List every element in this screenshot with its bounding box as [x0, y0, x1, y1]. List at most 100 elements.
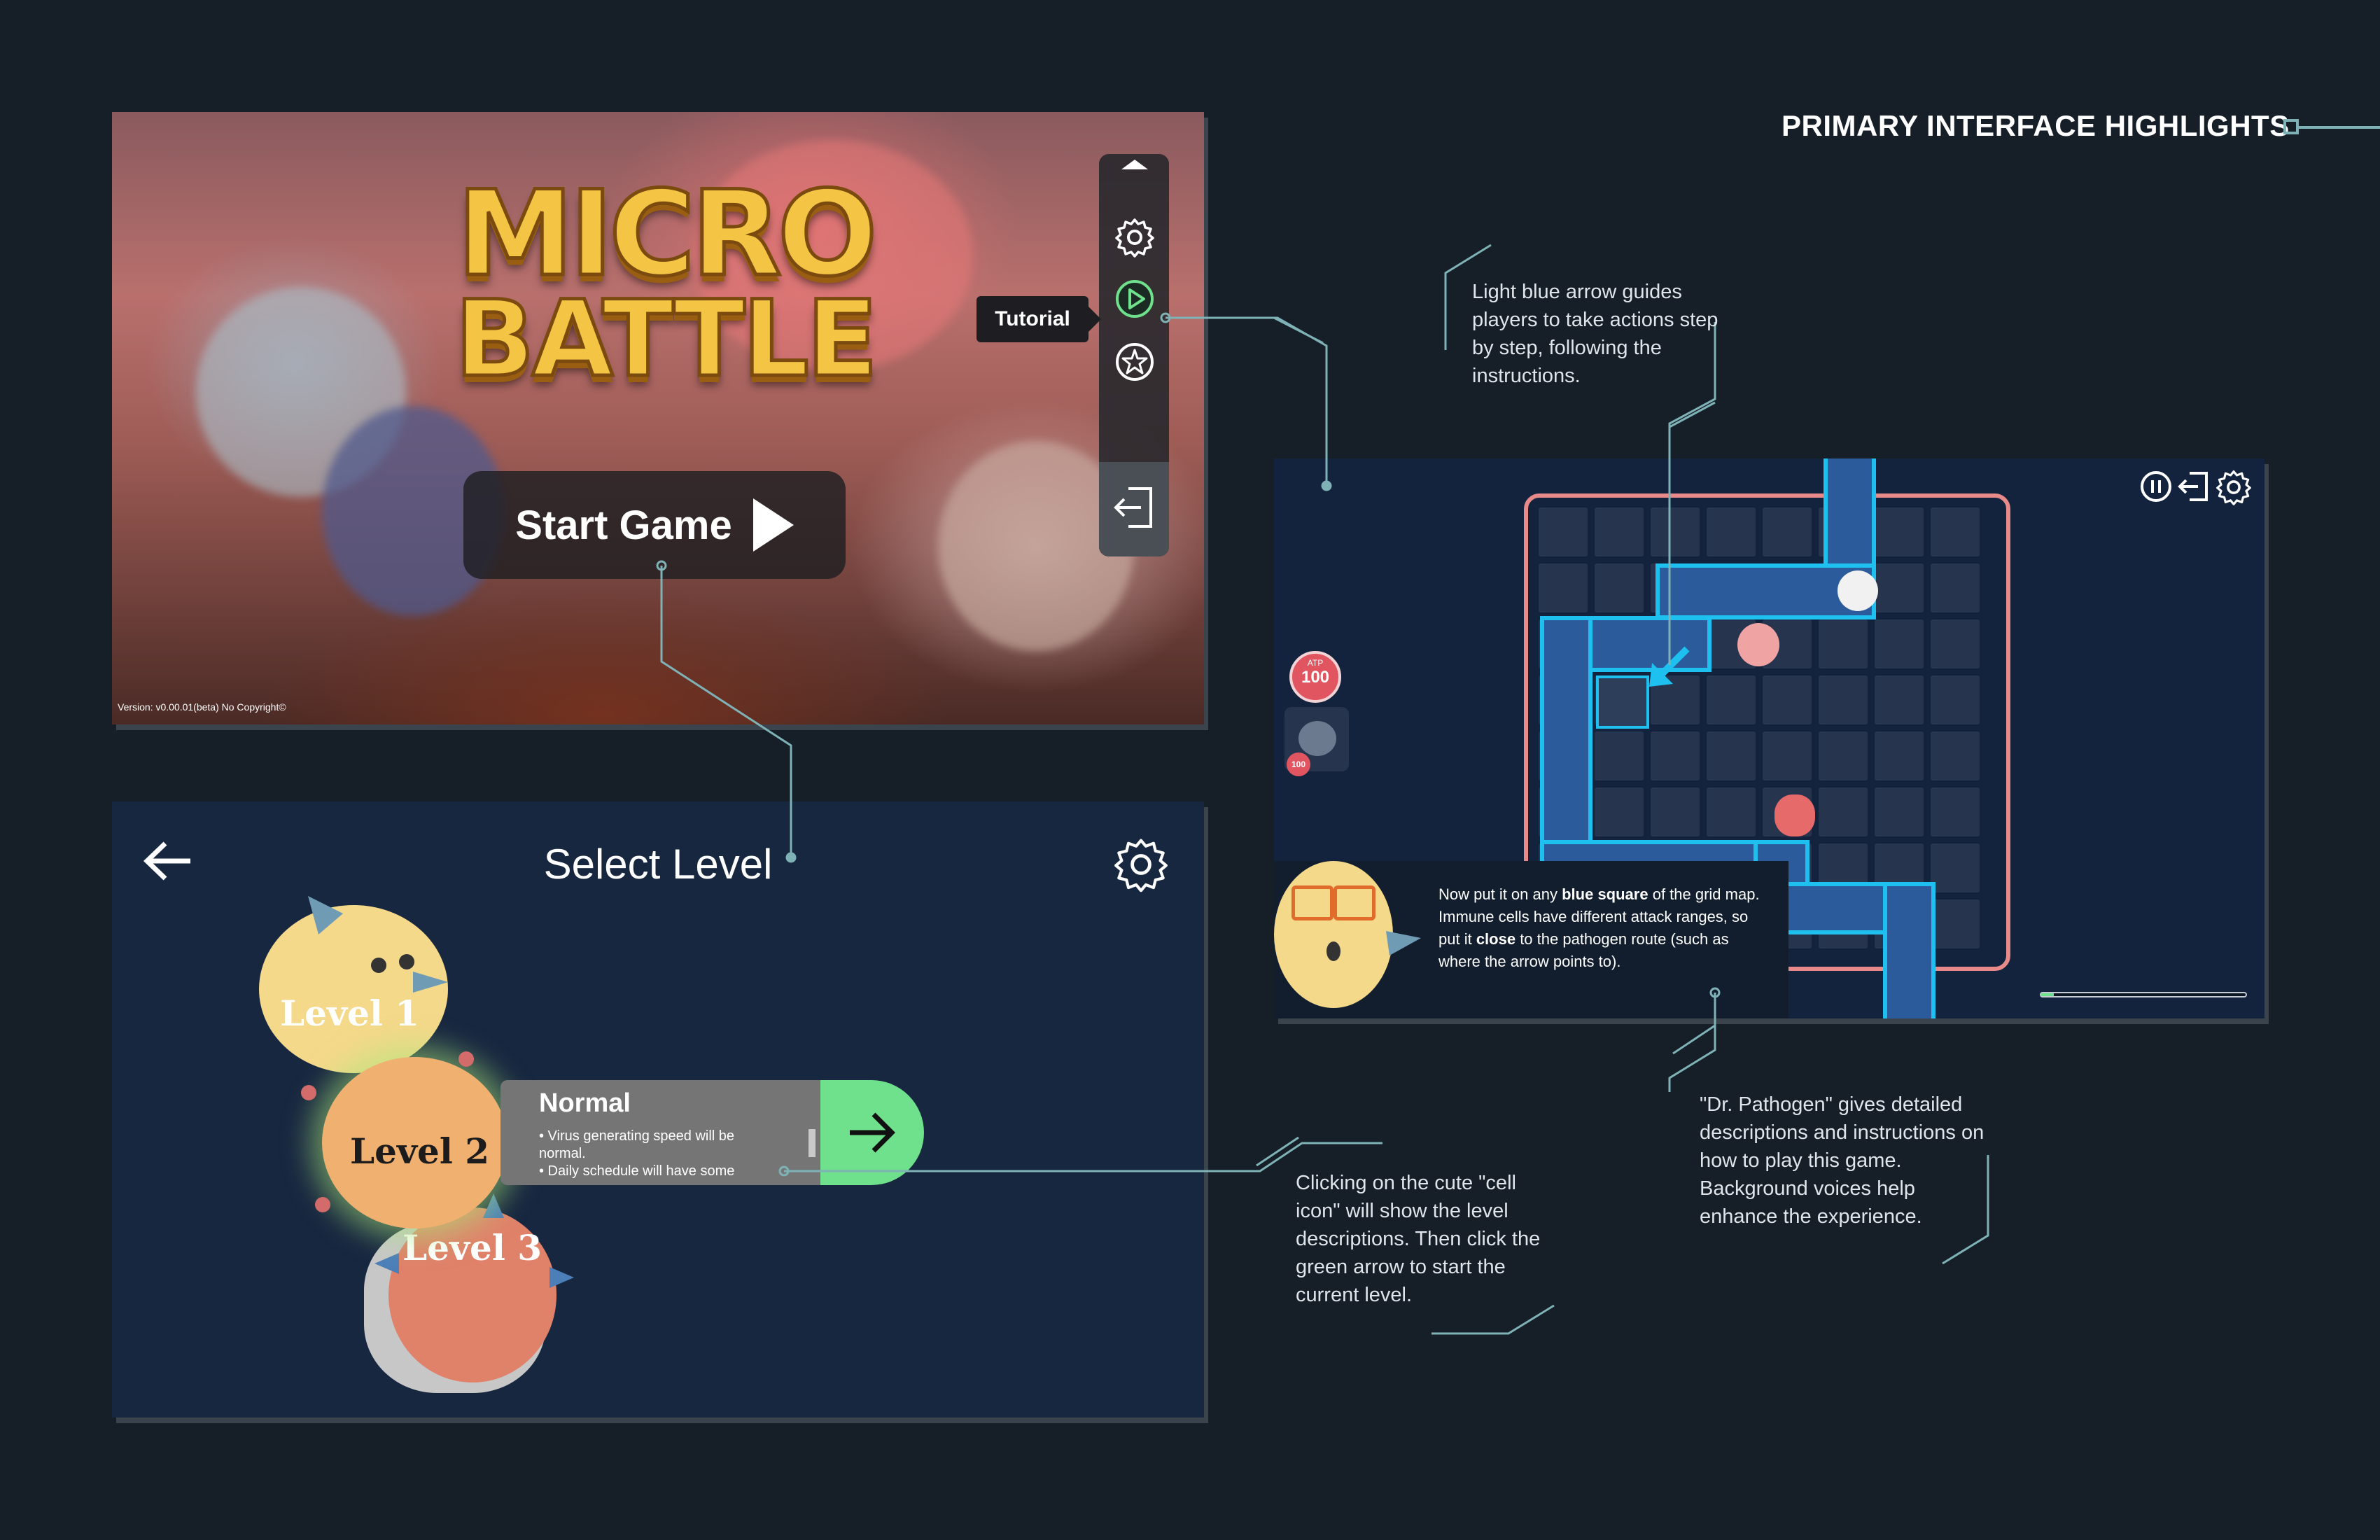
grid-square[interactable]	[1875, 732, 1924, 780]
wave-progress-fill	[2041, 993, 2054, 996]
immune-cell-tower-icon	[1737, 623, 1779, 666]
page-title: PRIMARY INTERFACE HIGHLIGHTS	[1782, 109, 2290, 142]
grid-square[interactable]	[1931, 507, 1980, 556]
grid-square[interactable]	[1931, 620, 1980, 668]
dialog-segment: Now put it on any	[1438, 886, 1562, 903]
grid-square[interactable]	[1707, 788, 1756, 836]
grid-square[interactable]	[1875, 676, 1924, 724]
grid-square[interactable]	[1763, 732, 1812, 780]
gameplay-screen: ATP 100 100 Now put it on any blue squar…	[1274, 458, 2264, 1018]
beak-icon	[413, 972, 448, 993]
receptor-dot-icon	[315, 1197, 330, 1212]
start-game-button[interactable]: Start Game	[463, 471, 846, 579]
atp-counter: ATP 100	[1289, 651, 1341, 703]
level-1-label: Level 1	[280, 993, 420, 1034]
grid-square[interactable]	[1931, 676, 1980, 724]
grid-square[interactable]	[1763, 507, 1812, 556]
spike-icon	[374, 1253, 399, 1274]
grid-square[interactable]	[1875, 788, 1924, 836]
game-logo: MICRO BATTLE	[441, 165, 889, 400]
exit-icon[interactable]	[2177, 469, 2211, 504]
arrow-right-icon	[850, 1112, 895, 1153]
dialog-text: Now put it on any blue square of the gri…	[1438, 883, 1768, 973]
start-game-label: Start Game	[515, 502, 732, 548]
grid-square[interactable]	[1819, 732, 1868, 780]
arrow-guide-note: Light blue arrow guides players to take …	[1472, 281, 1718, 388]
pause-icon[interactable]	[2138, 469, 2174, 504]
grid-square[interactable]	[1595, 507, 1644, 556]
gear-icon[interactable]	[1113, 836, 1169, 892]
grid-square[interactable]	[1539, 507, 1588, 556]
grid-square[interactable]	[1651, 788, 1700, 836]
tutorial-tooltip: Tutorial	[976, 296, 1101, 342]
star-badge-icon[interactable]	[1114, 342, 1155, 382]
grid-square[interactable]	[1707, 507, 1756, 556]
side-menu-rail	[1099, 154, 1169, 556]
gear-icon[interactable]	[2216, 469, 2252, 505]
grid-square[interactable]	[1875, 507, 1924, 556]
grid-square[interactable]	[1651, 507, 1700, 556]
highlighted-grid-square[interactable]	[1596, 676, 1649, 729]
difficulty-title: Normal	[539, 1088, 631, 1118]
logo-line-micro: MICRO	[455, 165, 879, 302]
grid-square[interactable]	[1539, 564, 1588, 612]
logo-line-battle: BATTLE	[453, 279, 880, 400]
grid-square[interactable]	[1931, 844, 1980, 892]
grid-square[interactable]	[1931, 564, 1980, 612]
grid-square[interactable]	[1707, 676, 1756, 724]
unit-portrait-icon	[1298, 721, 1336, 756]
atp-value: 100	[1301, 668, 1330, 687]
grid-square[interactable]	[1651, 732, 1700, 780]
level-2-cell[interactable]: Level 2	[301, 1051, 507, 1228]
grid-square[interactable]	[1819, 788, 1868, 836]
cell-icon-note: Clicking on the cute "cell icon" will sh…	[1296, 1172, 1541, 1307]
play-triangle-icon	[752, 498, 794, 552]
level-1-cell[interactable]: Level 1	[259, 896, 448, 1073]
grid-square[interactable]	[1595, 732, 1644, 780]
spike-icon	[308, 896, 343, 934]
level-3-label: Level 3	[402, 1227, 542, 1268]
grid-square[interactable]	[1931, 899, 1980, 948]
exit-button[interactable]	[1099, 462, 1169, 556]
version-label: Version: v0.00.01(beta) No Copyright©	[118, 701, 286, 713]
chevron-up-icon[interactable]	[1114, 154, 1155, 175]
heading-marker-box	[2283, 119, 2299, 134]
unit-cost-badge: 100	[1287, 752, 1310, 776]
dr-pathogen-note: "Dr. Pathogen" gives detailed descriptio…	[1700, 1093, 1984, 1228]
level-2-label: Level 2	[350, 1130, 490, 1172]
start-level-button[interactable]	[820, 1080, 924, 1185]
receptor-dot-icon	[301, 1085, 316, 1100]
glasses-icon	[1334, 886, 1376, 920]
description-line: • Daily schedule will have some	[539, 1163, 735, 1179]
mouth-icon	[1326, 941, 1340, 961]
grid-square[interactable]	[1819, 620, 1868, 668]
dr-pathogen-avatar	[1274, 861, 1393, 1008]
wave-progress-bar	[2040, 992, 2247, 997]
title-screen: MICRO BATTLE Start Game Version: v0.00.0…	[112, 112, 1204, 724]
grid-square[interactable]	[1819, 676, 1868, 724]
atp-label: ATP	[1307, 658, 1324, 668]
grid-square[interactable]	[1763, 676, 1812, 724]
receptor-dot-icon	[458, 1051, 474, 1067]
grid-square[interactable]	[1707, 732, 1756, 780]
dr-pathogen-dialog: Now put it on any blue square of the gri…	[1274, 861, 1788, 1018]
scrollbar[interactable]	[808, 1129, 816, 1157]
glasses-icon	[1292, 886, 1334, 920]
description-line: • Virus generating speed will be normal.	[539, 1128, 735, 1161]
level-3-cell[interactable]: Level 3	[374, 1194, 574, 1382]
grid-square[interactable]	[1875, 620, 1924, 668]
grid-square[interactable]	[1875, 564, 1924, 612]
grid-square[interactable]	[1931, 788, 1980, 836]
level-select-screen: Select Level Level 1 Level 3 Level 2 Nor…	[112, 802, 1204, 1418]
spike-icon	[1386, 931, 1421, 955]
dialog-emphasis: close	[1476, 930, 1516, 948]
dialog-emphasis: blue square	[1562, 886, 1648, 903]
grid-square[interactable]	[1931, 732, 1980, 780]
grid-square[interactable]	[1595, 564, 1644, 612]
pathogen-route-segment	[1883, 882, 1935, 1018]
gear-icon[interactable]	[1114, 217, 1155, 258]
grid-square[interactable]	[1595, 788, 1644, 836]
difficulty-description: • Virus generating speed will be normal.…	[539, 1128, 742, 1180]
play-circle-icon[interactable]	[1114, 279, 1155, 319]
level-description-panel: Normal • Virus generating speed will be …	[500, 1080, 833, 1185]
